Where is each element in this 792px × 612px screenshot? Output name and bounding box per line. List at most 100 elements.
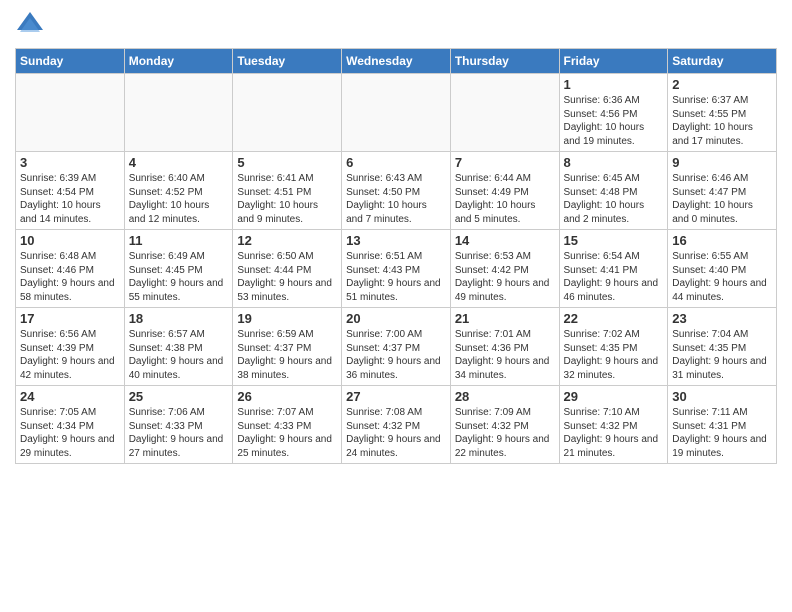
day-cell bbox=[124, 74, 233, 152]
day-cell: 15 Sunrise: 6:54 AM Sunset: 4:41 PM Dayli… bbox=[559, 230, 668, 308]
day-info: Sunrise: 7:02 AM Sunset: 4:35 PM Dayligh… bbox=[564, 328, 664, 382]
week-row-2: 3 Sunrise: 6:39 AM Sunset: 4:54 PM Daylig… bbox=[16, 152, 777, 230]
day-number: 24 bbox=[20, 389, 120, 404]
day-info: Sunrise: 6:39 AM Sunset: 4:54 PM Dayligh… bbox=[20, 172, 120, 226]
day-cell bbox=[233, 74, 342, 152]
day-number: 16 bbox=[672, 233, 772, 248]
day-cell: 21 Sunrise: 7:01 AM Sunset: 4:36 PM Dayli… bbox=[450, 308, 559, 386]
calendar-table: SundayMondayTuesdayWednesdayThursdayFrid… bbox=[15, 48, 777, 464]
day-cell bbox=[450, 74, 559, 152]
day-cell: 4 Sunrise: 6:40 AM Sunset: 4:52 PM Daylig… bbox=[124, 152, 233, 230]
day-info: Sunrise: 6:49 AM Sunset: 4:45 PM Dayligh… bbox=[129, 250, 229, 304]
day-info: Sunrise: 6:50 AM Sunset: 4:44 PM Dayligh… bbox=[237, 250, 337, 304]
day-info: Sunrise: 6:55 AM Sunset: 4:40 PM Dayligh… bbox=[672, 250, 772, 304]
day-cell: 16 Sunrise: 6:55 AM Sunset: 4:40 PM Dayli… bbox=[668, 230, 777, 308]
day-info: Sunrise: 7:11 AM Sunset: 4:31 PM Dayligh… bbox=[672, 406, 772, 460]
day-info: Sunrise: 7:01 AM Sunset: 4:36 PM Dayligh… bbox=[455, 328, 555, 382]
day-cell: 11 Sunrise: 6:49 AM Sunset: 4:45 PM Dayli… bbox=[124, 230, 233, 308]
day-number: 12 bbox=[237, 233, 337, 248]
day-number: 3 bbox=[20, 155, 120, 170]
day-cell: 7 Sunrise: 6:44 AM Sunset: 4:49 PM Daylig… bbox=[450, 152, 559, 230]
day-info: Sunrise: 6:43 AM Sunset: 4:50 PM Dayligh… bbox=[346, 172, 446, 226]
day-cell: 14Sunrise: 6:53 AM Sunset: 4:42 PM Dayli… bbox=[450, 230, 559, 308]
day-cell: 10 Sunrise: 6:48 AM Sunset: 4:46 PM Dayli… bbox=[16, 230, 125, 308]
day-number: 27 bbox=[346, 389, 446, 404]
day-info: Sunrise: 6:36 AM Sunset: 4:56 PM Dayligh… bbox=[564, 94, 664, 148]
day-info: Sunrise: 7:07 AM Sunset: 4:33 PM Dayligh… bbox=[237, 406, 337, 460]
day-cell: 19 Sunrise: 6:59 AM Sunset: 4:37 PM Dayli… bbox=[233, 308, 342, 386]
day-info: Sunrise: 6:45 AM Sunset: 4:48 PM Dayligh… bbox=[564, 172, 664, 226]
day-number: 13 bbox=[346, 233, 446, 248]
day-number: 11 bbox=[129, 233, 229, 248]
day-cell: 18 Sunrise: 6:57 AM Sunset: 4:38 PM Dayli… bbox=[124, 308, 233, 386]
day-info: Sunrise: 7:04 AM Sunset: 4:35 PM Dayligh… bbox=[672, 328, 772, 382]
day-number: 2 bbox=[672, 77, 772, 92]
day-cell bbox=[342, 74, 451, 152]
day-info: Sunrise: 6:51 AM Sunset: 4:43 PM Dayligh… bbox=[346, 250, 446, 304]
day-number: 8 bbox=[564, 155, 664, 170]
day-number: 5 bbox=[237, 155, 337, 170]
week-row-3: 10 Sunrise: 6:48 AM Sunset: 4:46 PM Dayli… bbox=[16, 230, 777, 308]
header-cell-monday: Monday bbox=[124, 49, 233, 74]
day-cell: 8 Sunrise: 6:45 AM Sunset: 4:48 PM Daylig… bbox=[559, 152, 668, 230]
day-number: 10 bbox=[20, 233, 120, 248]
day-cell: 22 Sunrise: 7:02 AM Sunset: 4:35 PM Dayli… bbox=[559, 308, 668, 386]
header-cell-wednesday: Wednesday bbox=[342, 49, 451, 74]
header-cell-tuesday: Tuesday bbox=[233, 49, 342, 74]
day-info: Sunrise: 7:00 AM Sunset: 4:37 PM Dayligh… bbox=[346, 328, 446, 382]
logo bbox=[15, 10, 47, 40]
day-number: 17 bbox=[20, 311, 120, 326]
day-cell: 2 Sunrise: 6:37 AM Sunset: 4:55 PM Daylig… bbox=[668, 74, 777, 152]
page-container: SundayMondayTuesdayWednesdayThursdayFrid… bbox=[0, 0, 792, 474]
page-header bbox=[15, 10, 777, 40]
day-info: Sunrise: 6:40 AM Sunset: 4:52 PM Dayligh… bbox=[129, 172, 229, 226]
day-info: Sunrise: 6:48 AM Sunset: 4:46 PM Dayligh… bbox=[20, 250, 120, 304]
day-info: Sunrise: 6:59 AM Sunset: 4:37 PM Dayligh… bbox=[237, 328, 337, 382]
day-number: 23 bbox=[672, 311, 772, 326]
calendar-header: SundayMondayTuesdayWednesdayThursdayFrid… bbox=[16, 49, 777, 74]
day-cell: 5 Sunrise: 6:41 AM Sunset: 4:51 PM Daylig… bbox=[233, 152, 342, 230]
day-number: 19 bbox=[237, 311, 337, 326]
day-info: Sunrise: 6:44 AM Sunset: 4:49 PM Dayligh… bbox=[455, 172, 555, 226]
day-number: 20 bbox=[346, 311, 446, 326]
day-number: 28 bbox=[455, 389, 555, 404]
day-number: 1 bbox=[564, 77, 664, 92]
day-number: 29 bbox=[564, 389, 664, 404]
week-row-4: 17 Sunrise: 6:56 AM Sunset: 4:39 PM Dayli… bbox=[16, 308, 777, 386]
day-info: Sunrise: 7:08 AM Sunset: 4:32 PM Dayligh… bbox=[346, 406, 446, 460]
header-cell-saturday: Saturday bbox=[668, 49, 777, 74]
day-cell: 26 Sunrise: 7:07 AM Sunset: 4:33 PM Dayli… bbox=[233, 386, 342, 464]
day-info: Sunrise: 6:56 AM Sunset: 4:39 PM Dayligh… bbox=[20, 328, 120, 382]
day-info: Sunrise: 6:54 AM Sunset: 4:41 PM Dayligh… bbox=[564, 250, 664, 304]
week-row-1: 1 Sunrise: 6:36 AM Sunset: 4:56 PM Daylig… bbox=[16, 74, 777, 152]
day-cell: 9Sunrise: 6:46 AM Sunset: 4:47 PM Daylig… bbox=[668, 152, 777, 230]
day-info: Sunrise: 6:37 AM Sunset: 4:55 PM Dayligh… bbox=[672, 94, 772, 148]
header-cell-sunday: Sunday bbox=[16, 49, 125, 74]
day-cell: 24 Sunrise: 7:05 AM Sunset: 4:34 PM Dayli… bbox=[16, 386, 125, 464]
day-info: Sunrise: 6:57 AM Sunset: 4:38 PM Dayligh… bbox=[129, 328, 229, 382]
day-number: 26 bbox=[237, 389, 337, 404]
day-cell: 6Sunrise: 6:43 AM Sunset: 4:50 PM Daylig… bbox=[342, 152, 451, 230]
day-number: 15 bbox=[564, 233, 664, 248]
day-cell: 27 Sunrise: 7:08 AM Sunset: 4:32 PM Dayli… bbox=[342, 386, 451, 464]
day-info: Sunrise: 7:05 AM Sunset: 4:34 PM Dayligh… bbox=[20, 406, 120, 460]
day-info: Sunrise: 7:06 AM Sunset: 4:33 PM Dayligh… bbox=[129, 406, 229, 460]
day-number: 21 bbox=[455, 311, 555, 326]
header-cell-thursday: Thursday bbox=[450, 49, 559, 74]
day-number: 7 bbox=[455, 155, 555, 170]
day-cell: 13 Sunrise: 6:51 AM Sunset: 4:43 PM Dayli… bbox=[342, 230, 451, 308]
day-cell: 23 Sunrise: 7:04 AM Sunset: 4:35 PM Dayli… bbox=[668, 308, 777, 386]
day-info: Sunrise: 6:53 AM Sunset: 4:42 PM Dayligh… bbox=[455, 250, 555, 304]
logo-icon bbox=[15, 10, 45, 40]
day-cell bbox=[16, 74, 125, 152]
day-info: Sunrise: 7:10 AM Sunset: 4:32 PM Dayligh… bbox=[564, 406, 664, 460]
day-number: 4 bbox=[129, 155, 229, 170]
day-info: Sunrise: 6:41 AM Sunset: 4:51 PM Dayligh… bbox=[237, 172, 337, 226]
header-row: SundayMondayTuesdayWednesdayThursdayFrid… bbox=[16, 49, 777, 74]
calendar-body: 1 Sunrise: 6:36 AM Sunset: 4:56 PM Daylig… bbox=[16, 74, 777, 464]
day-cell: 30Sunrise: 7:11 AM Sunset: 4:31 PM Dayli… bbox=[668, 386, 777, 464]
day-cell: 20 Sunrise: 7:00 AM Sunset: 4:37 PM Dayli… bbox=[342, 308, 451, 386]
day-number: 18 bbox=[129, 311, 229, 326]
day-cell: 25Sunrise: 7:06 AM Sunset: 4:33 PM Dayli… bbox=[124, 386, 233, 464]
day-number: 22 bbox=[564, 311, 664, 326]
